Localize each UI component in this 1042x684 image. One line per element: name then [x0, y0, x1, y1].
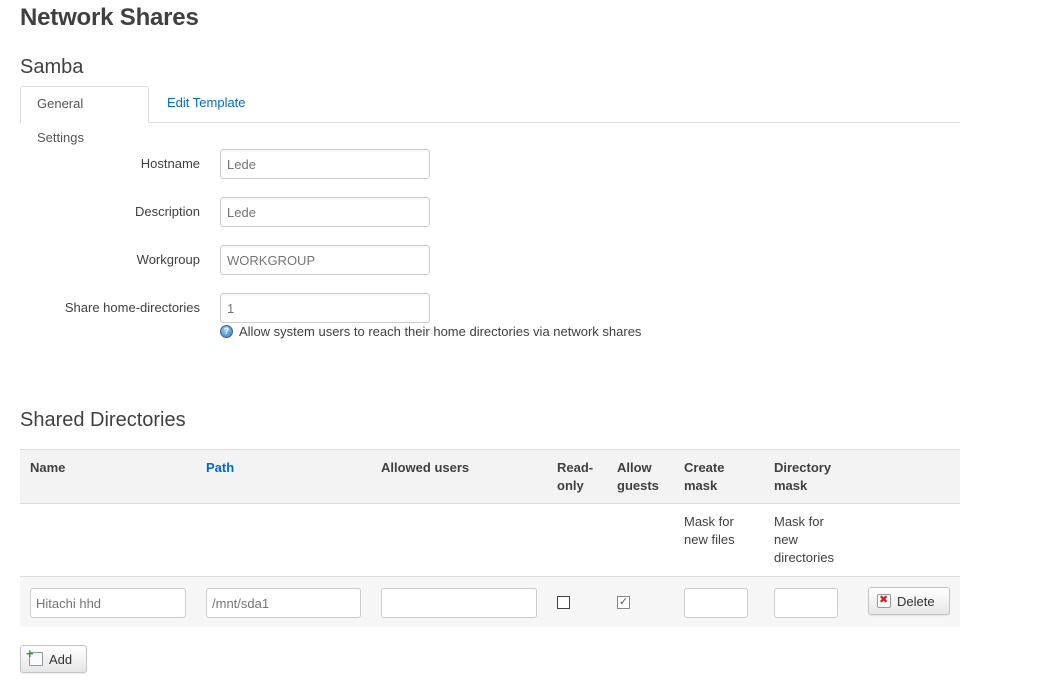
column-header-allow-guests-line2: guests [617, 478, 659, 493]
samba-section-title: Samba [20, 56, 84, 78]
column-header-path[interactable]: Path [206, 459, 234, 477]
create-mask-description-line1: Mask for [684, 514, 734, 529]
column-header-create-mask-line1: Create [684, 460, 725, 475]
share-name-input[interactable] [30, 588, 186, 618]
column-header-create-mask: Create mask [684, 459, 724, 495]
directory-mask-input[interactable] [774, 588, 838, 618]
table-header: Name Path Allowed users Read- only Allow… [20, 449, 960, 504]
column-header-name: Name [30, 460, 66, 475]
workgroup-label: Workgroup [136, 252, 200, 267]
tab-edit-template[interactable]: Edit Template [151, 86, 262, 121]
delete-button[interactable]: Delete [868, 587, 950, 615]
hostname-label: Hostname [140, 156, 200, 171]
column-header-directory-mask: Directory mask [774, 459, 831, 495]
column-header-directory-mask-line1: Directory [774, 460, 832, 475]
column-header-directory-mask-line2: mask [774, 478, 808, 493]
column-header-allow-guests-line1: Allow [617, 460, 652, 475]
column-header-allow-guests: Allow guests [617, 459, 659, 495]
delete-icon [877, 593, 891, 608]
create-mask-description: Mask for new files [684, 513, 735, 549]
share-homes-help: ? Allow system users to reach their home… [220, 324, 641, 339]
add-icon [26, 646, 43, 666]
page-title: Network Shares [20, 4, 199, 31]
share-homes-help-text: Allow system users to reach their home d… [239, 324, 642, 339]
description-label: Description [134, 204, 200, 219]
hostname-input[interactable] [220, 149, 430, 179]
directory-mask-description-line3: directories [774, 550, 834, 565]
tab-general-settings[interactable]: General Settings [20, 86, 149, 145]
shared-directories-title: Shared Directories [20, 409, 186, 431]
directory-mask-description-line2: new [774, 532, 798, 547]
add-button[interactable]: Add [20, 645, 87, 673]
read-only-checkbox[interactable] [557, 596, 570, 609]
allowed-users-input[interactable] [381, 588, 537, 618]
column-descriptions-row: Mask for new files Mask for new director… [20, 504, 960, 577]
directory-mask-description-line1: Mask for [774, 514, 824, 529]
page: Network Shares Samba General Settings Ed… [0, 0, 1042, 684]
share-path-input[interactable] [206, 588, 361, 618]
create-mask-input[interactable] [684, 588, 748, 618]
column-header-read-only: Read- only [557, 459, 593, 495]
column-header-create-mask-line2: mask [684, 478, 718, 493]
allow-guests-checkbox[interactable]: ✓ [617, 596, 630, 609]
table-row: ✓ Delete [20, 577, 960, 627]
column-header-read-only-line1: Read- [557, 460, 594, 475]
add-button-label: Add [49, 651, 73, 667]
workgroup-input[interactable] [220, 245, 430, 275]
column-header-read-only-line2: only [557, 478, 584, 493]
info-icon: ? [220, 325, 233, 338]
directory-mask-description: Mask for new directories [774, 513, 834, 567]
delete-button-label: Delete [897, 593, 935, 609]
tab-bar: General Settings Edit Template [20, 86, 960, 145]
share-homes-label: Share home-directories [64, 300, 200, 315]
description-input[interactable] [220, 197, 430, 227]
share-homes-input[interactable] [220, 293, 430, 323]
column-header-allowed-users: Allowed users [381, 460, 470, 475]
create-mask-description-line2: new files [684, 532, 735, 547]
